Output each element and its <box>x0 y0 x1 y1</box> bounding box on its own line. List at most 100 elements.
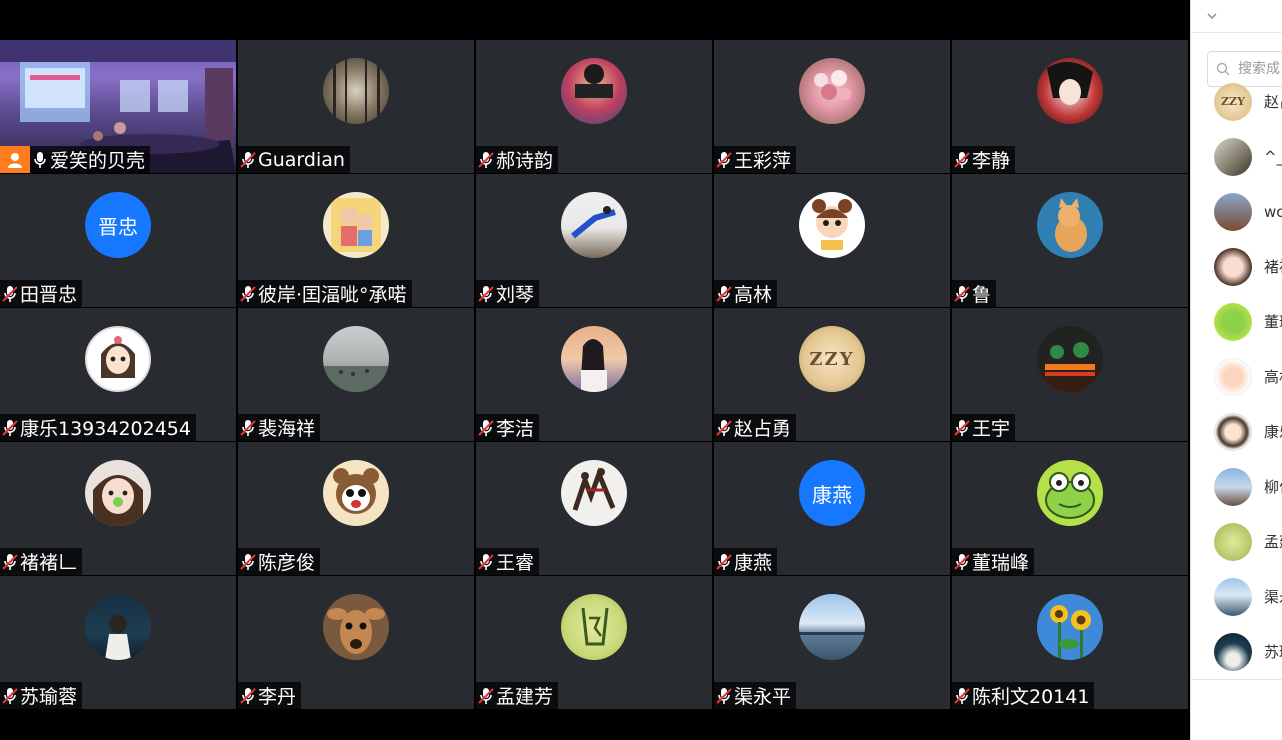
participant-avatar: 康燕 <box>799 460 865 526</box>
mic-muted-icon[interactable] <box>238 284 258 304</box>
member-name: 赵占 <box>1264 93 1282 111</box>
participant-name-tag: 董瑞峰 <box>952 548 1035 575</box>
member-item[interactable]: ZZY 赵占 <box>1191 74 1282 129</box>
participant-tile[interactable]: 李洁 <box>476 308 712 441</box>
participant-avatar <box>561 326 627 392</box>
mic-muted-icon[interactable] <box>0 284 20 304</box>
member-item[interactable]: 褚褚 <box>1191 239 1282 294</box>
member-item[interactable]: 孟建 <box>1191 514 1282 569</box>
mic-muted-icon[interactable] <box>0 418 20 438</box>
participant-tile[interactable]: 刘琴 <box>476 174 712 307</box>
mic-muted-icon[interactable] <box>714 284 734 304</box>
participant-tile[interactable]: 鲁 <box>952 174 1188 307</box>
mic-muted-icon[interactable] <box>952 284 972 304</box>
member-item[interactable]: 董瑞 <box>1191 294 1282 349</box>
avatar-initials: 晋忠 <box>98 214 138 239</box>
mic-muted-icon[interactable] <box>714 150 734 170</box>
participant-tile[interactable]: 郝诗韵 <box>476 40 712 173</box>
participant-tile[interactable]: Guardian <box>238 40 474 173</box>
member-list-panel: ZZY 赵占 ^_ wo 褚褚 董瑞 高林 康乐 柳位 孟建 渠永 苏瑜 <box>1190 0 1282 740</box>
member-item[interactable]: wo <box>1191 184 1282 239</box>
participant-name-tag: 李丹 <box>238 682 302 709</box>
participant-tile[interactable]: 裴海祥 <box>238 308 474 441</box>
participant-avatar <box>1037 192 1103 258</box>
member-item[interactable]: 苏瑜 <box>1191 624 1282 679</box>
panel-header <box>1191 0 1282 33</box>
member-item[interactable]: 康乐 <box>1191 404 1282 459</box>
participant-name: 裴海祥 <box>258 418 316 440</box>
mic-muted-icon[interactable] <box>714 552 734 572</box>
participant-name-tag: 赵占勇 <box>714 414 797 441</box>
mic-muted-icon[interactable] <box>238 418 258 438</box>
mic-muted-icon[interactable] <box>952 418 972 438</box>
participant-tile[interactable]: 苏瑜蓉 <box>0 576 236 709</box>
mic-muted-icon[interactable] <box>952 686 972 706</box>
participant-tile[interactable]: 渠永平 <box>714 576 950 709</box>
participant-name-tag: 裴海祥 <box>238 414 321 441</box>
mic-muted-icon[interactable] <box>0 552 20 572</box>
participant-tile[interactable]: 康乐13934202454 <box>0 308 236 441</box>
participant-name: 李洁 <box>496 418 535 440</box>
participant-tile[interactable]: 高林 <box>714 174 950 307</box>
participant-name-tag: Guardian <box>238 146 350 173</box>
participant-tile[interactable]: 晋忠 田晋忠 <box>0 174 236 307</box>
mic-muted-icon[interactable] <box>476 686 496 706</box>
participant-name-tag: 李洁 <box>476 414 540 441</box>
mic-muted-icon[interactable] <box>476 552 496 572</box>
avatar-initials: 康燕 <box>812 482 852 507</box>
participant-avatar <box>1037 460 1103 526</box>
member-avatar <box>1214 577 1252 616</box>
participant-avatar <box>561 460 627 526</box>
participant-name: 鲁 <box>972 284 992 306</box>
participant-tile[interactable]: 王睿 <box>476 442 712 575</box>
mic-muted-icon[interactable] <box>476 284 496 304</box>
participant-tile[interactable]: 王宇 <box>952 308 1188 441</box>
mic-on-icon[interactable] <box>30 150 50 170</box>
mic-muted-icon[interactable] <box>952 150 972 170</box>
participant-tile[interactable]: 李丹 <box>238 576 474 709</box>
mic-muted-icon[interactable] <box>952 552 972 572</box>
participant-name: 王彩萍 <box>734 150 792 172</box>
participant-name-tag: 刘琴 <box>476 280 540 307</box>
participant-tile[interactable]: 董瑞峰 <box>952 442 1188 575</box>
mic-muted-icon[interactable] <box>238 552 258 572</box>
participant-tile[interactable]: 李静 <box>952 40 1188 173</box>
participant-tile[interactable]: ZZY 赵占勇 <box>714 308 950 441</box>
mic-muted-icon[interactable] <box>238 150 258 170</box>
participant-name: 彼岸·囯湢呲°承喏 <box>258 284 407 306</box>
participant-tile[interactable]: 陈彦俊 <box>238 442 474 575</box>
member-name: 褚褚 <box>1264 258 1282 276</box>
participant-tile[interactable]: 王彩萍 <box>714 40 950 173</box>
member-item[interactable]: 高林 <box>1191 349 1282 404</box>
member-item[interactable]: 渠永 <box>1191 569 1282 624</box>
member-avatar <box>1214 137 1252 176</box>
mic-muted-icon[interactable] <box>0 686 20 706</box>
avatar-initials: ZZY <box>809 348 855 370</box>
participant-tile[interactable]: 陈利文20141 <box>952 576 1188 709</box>
participant-avatar <box>799 58 865 124</box>
mic-muted-icon[interactable] <box>476 150 496 170</box>
mic-muted-icon[interactable] <box>714 418 734 438</box>
participant-name-tag: 康乐13934202454 <box>0 414 196 441</box>
chevron-down-icon[interactable] <box>1205 8 1219 27</box>
member-avatar <box>1214 467 1252 506</box>
member-item[interactable]: 柳位 <box>1191 459 1282 514</box>
participant-tile[interactable]: 孟建芳 <box>476 576 712 709</box>
member-avatar <box>1214 412 1252 451</box>
participant-tile[interactable]: 褚褚𠃊 <box>0 442 236 575</box>
participant-name: 王宇 <box>972 418 1011 440</box>
member-item[interactable]: ^_ <box>1191 129 1282 184</box>
member-name: 董瑞 <box>1264 313 1282 331</box>
mic-muted-icon[interactable] <box>238 686 258 706</box>
member-avatar <box>1214 357 1252 396</box>
participant-name: 李静 <box>972 150 1011 172</box>
participant-name: 郝诗韵 <box>496 150 554 172</box>
participant-tile-host[interactable]: 爱笑的贝壳 <box>0 40 236 173</box>
participant-avatar <box>1037 594 1103 660</box>
mic-muted-icon[interactable] <box>476 418 496 438</box>
participant-name: 爱笑的贝壳 <box>50 150 146 172</box>
participant-tile[interactable]: 康燕 康燕 <box>714 442 950 575</box>
mic-muted-icon[interactable] <box>714 686 734 706</box>
participant-tile[interactable]: 彼岸·囯湢呲°承喏 <box>238 174 474 307</box>
participant-name: 高林 <box>734 284 773 306</box>
